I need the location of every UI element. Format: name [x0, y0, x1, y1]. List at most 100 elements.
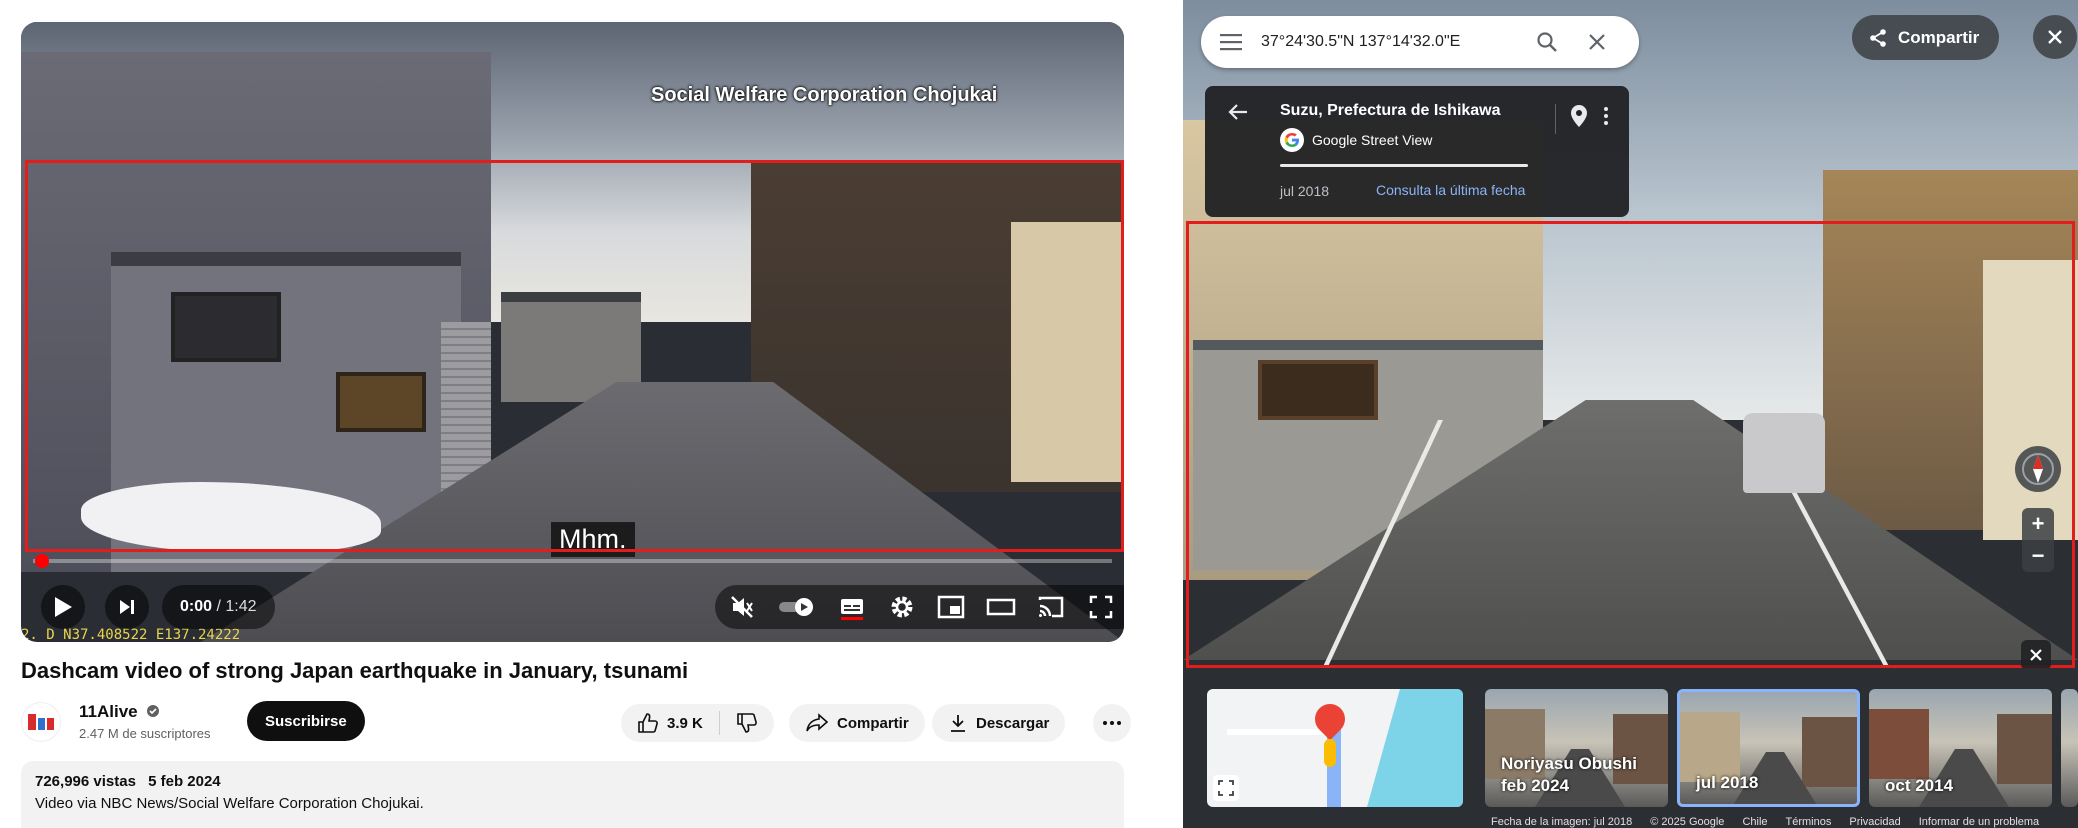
streetview-panel[interactable]: Compartir Suzu, Prefectura de Ishikawa G…: [1183, 0, 2078, 828]
streetview-share-button[interactable]: Compartir: [1852, 15, 2000, 60]
theater-button[interactable]: [984, 590, 1018, 624]
mute-button[interactable]: [725, 590, 759, 624]
channel-name[interactable]: 11Alive: [79, 702, 160, 722]
like-count: 3.9 K: [667, 714, 703, 732]
compass-button[interactable]: [2015, 446, 2061, 492]
zoom-controls: + −: [2022, 508, 2054, 572]
menu-button[interactable]: [1201, 33, 1261, 51]
thumb-date: feb 2024: [1501, 776, 1570, 795]
fullscreen-icon: [1089, 595, 1113, 619]
show-on-map-button[interactable]: [1570, 104, 1588, 133]
timeline-thumb-feb-2024[interactable]: Noriyasu Obushi feb 2024: [1485, 689, 1668, 807]
verified-icon: [147, 705, 160, 717]
autoplay-toggle-icon: [778, 598, 813, 616]
time-display: 0:00 / 1:42: [162, 585, 275, 629]
view-count: 726,996 vistas: [35, 773, 136, 790]
annotation-box: [25, 160, 1124, 552]
fullscreen-button[interactable]: [1084, 590, 1118, 624]
timeline-thumb-more[interactable]: [2061, 689, 2078, 807]
close-streetview-button[interactable]: [2033, 15, 2077, 59]
minimap[interactable]: [1207, 689, 1463, 807]
thumb-label: jul 2018: [1696, 772, 1758, 794]
play-button[interactable]: [41, 585, 85, 629]
cast-icon: [1038, 596, 1064, 618]
subscriber-count: 2.47 M de suscriptores: [79, 726, 211, 741]
streetview-share-label: Compartir: [1898, 27, 1980, 47]
close-icon: [1589, 34, 1605, 50]
youtube-panel: Social Welfare Corporation Chojukai Mhm.…: [0, 0, 1183, 828]
thumb-label: Noriyasu Obushi feb 2024: [1501, 753, 1637, 797]
country-link[interactable]: Chile: [1742, 816, 1767, 828]
miniplayer-button[interactable]: [934, 590, 968, 624]
copyright: © 2025 Google: [1650, 816, 1725, 828]
channel-avatar[interactable]: [21, 702, 61, 742]
settings-button[interactable]: [885, 590, 919, 624]
progress-bar[interactable]: [33, 559, 1112, 563]
terms-link[interactable]: Términos: [1786, 816, 1832, 828]
pegman-icon: [1324, 739, 1336, 767]
subtitles-button[interactable]: [835, 590, 869, 624]
dashcam-readout: 2. D N37.408522 E137.24222: [21, 627, 241, 642]
close-icon: [2048, 30, 2062, 44]
download-icon: [951, 715, 965, 732]
time-total: / 1:42: [216, 598, 257, 615]
close-icon: [2030, 649, 2042, 661]
description-box[interactable]: 726,996 vistas 5 feb 2024 Video via NBC …: [21, 761, 1124, 828]
video-watermark: Social Welfare Corporation Chojukai: [651, 84, 998, 106]
google-logo-icon: [1280, 128, 1304, 152]
timeline-thumb-jul-2018[interactable]: jul 2018: [1677, 689, 1860, 807]
search-bar: [1201, 16, 1639, 68]
dislike-button[interactable]: [720, 704, 774, 742]
card-divider: [1280, 164, 1528, 167]
video-player[interactable]: Social Welfare Corporation Chojukai Mhm.…: [21, 22, 1124, 642]
zoom-out-button[interactable]: −: [2022, 540, 2054, 572]
description-stats: 726,996 vistas 5 feb 2024: [35, 773, 1110, 790]
report-link[interactable]: Informar de un problema: [1919, 816, 2039, 828]
clear-search-button[interactable]: [1575, 33, 1619, 51]
subtitles-icon: [840, 599, 863, 620]
progress-scrubber[interactable]: [35, 554, 49, 568]
card-more-button[interactable]: [1603, 106, 1609, 131]
search-button[interactable]: [1519, 31, 1575, 53]
subscribe-button[interactable]: Suscribirse: [247, 701, 365, 741]
play-icon: [55, 597, 72, 617]
download-button[interactable]: Descargar: [932, 704, 1066, 742]
volume-muted-icon: [731, 596, 753, 618]
player-controls-right: [715, 585, 1124, 629]
zoom-in-button[interactable]: +: [2022, 508, 2054, 540]
cast-button[interactable]: [1034, 590, 1068, 624]
source-label: Google Street View: [1280, 128, 1432, 152]
share-label: Compartir: [837, 714, 909, 732]
latest-date-link[interactable]: Consulta la última fecha: [1376, 182, 1525, 198]
timeline-thumb-oct-2014[interactable]: oct 2014: [1869, 689, 2052, 807]
time-current: 0:00: [180, 598, 213, 615]
like-button[interactable]: 3.9 K: [621, 704, 719, 742]
compass-icon: [2022, 453, 2054, 485]
search-icon: [1537, 32, 1557, 52]
description-text: Video via NBC News/Social Welfare Corpor…: [35, 795, 424, 812]
capture-date[interactable]: jul 2018: [1280, 183, 1329, 199]
privacy-link[interactable]: Privacidad: [1849, 816, 1900, 828]
thumb-date: jul 2018: [1696, 773, 1759, 792]
next-button[interactable]: [105, 585, 149, 629]
channel-name-text: 11Alive: [79, 702, 138, 721]
more-vertical-icon: [1604, 107, 1608, 125]
search-input[interactable]: [1261, 33, 1519, 51]
image-date: Fecha de la imagen: jul 2018: [1491, 816, 1633, 828]
thumbs-down-icon: [737, 713, 757, 733]
source-name: Google Street View: [1312, 132, 1433, 148]
share-icon: [1870, 28, 1886, 47]
more-actions-button[interactable]: [1093, 704, 1131, 742]
video-title: Dashcam video of strong Japan earthquake…: [21, 658, 689, 683]
back-button[interactable]: [1227, 102, 1249, 127]
download-label: Descargar: [976, 714, 1050, 732]
channel-row: 11Alive 2.47 M de suscriptores Suscribir…: [21, 698, 1131, 744]
share-button[interactable]: Compartir: [789, 704, 925, 742]
autoplay-toggle[interactable]: [775, 590, 819, 624]
upload-date: 5 feb 2024: [148, 773, 221, 790]
thumbs-up-icon: [638, 713, 658, 733]
map-footer: Fecha de la imagen: jul 2018 © 2025 Goog…: [1183, 816, 2078, 828]
expand-map-button[interactable]: [1213, 775, 1239, 801]
collapse-timeline-button[interactable]: [2021, 640, 2051, 670]
more-horizontal-icon: [1103, 721, 1121, 725]
